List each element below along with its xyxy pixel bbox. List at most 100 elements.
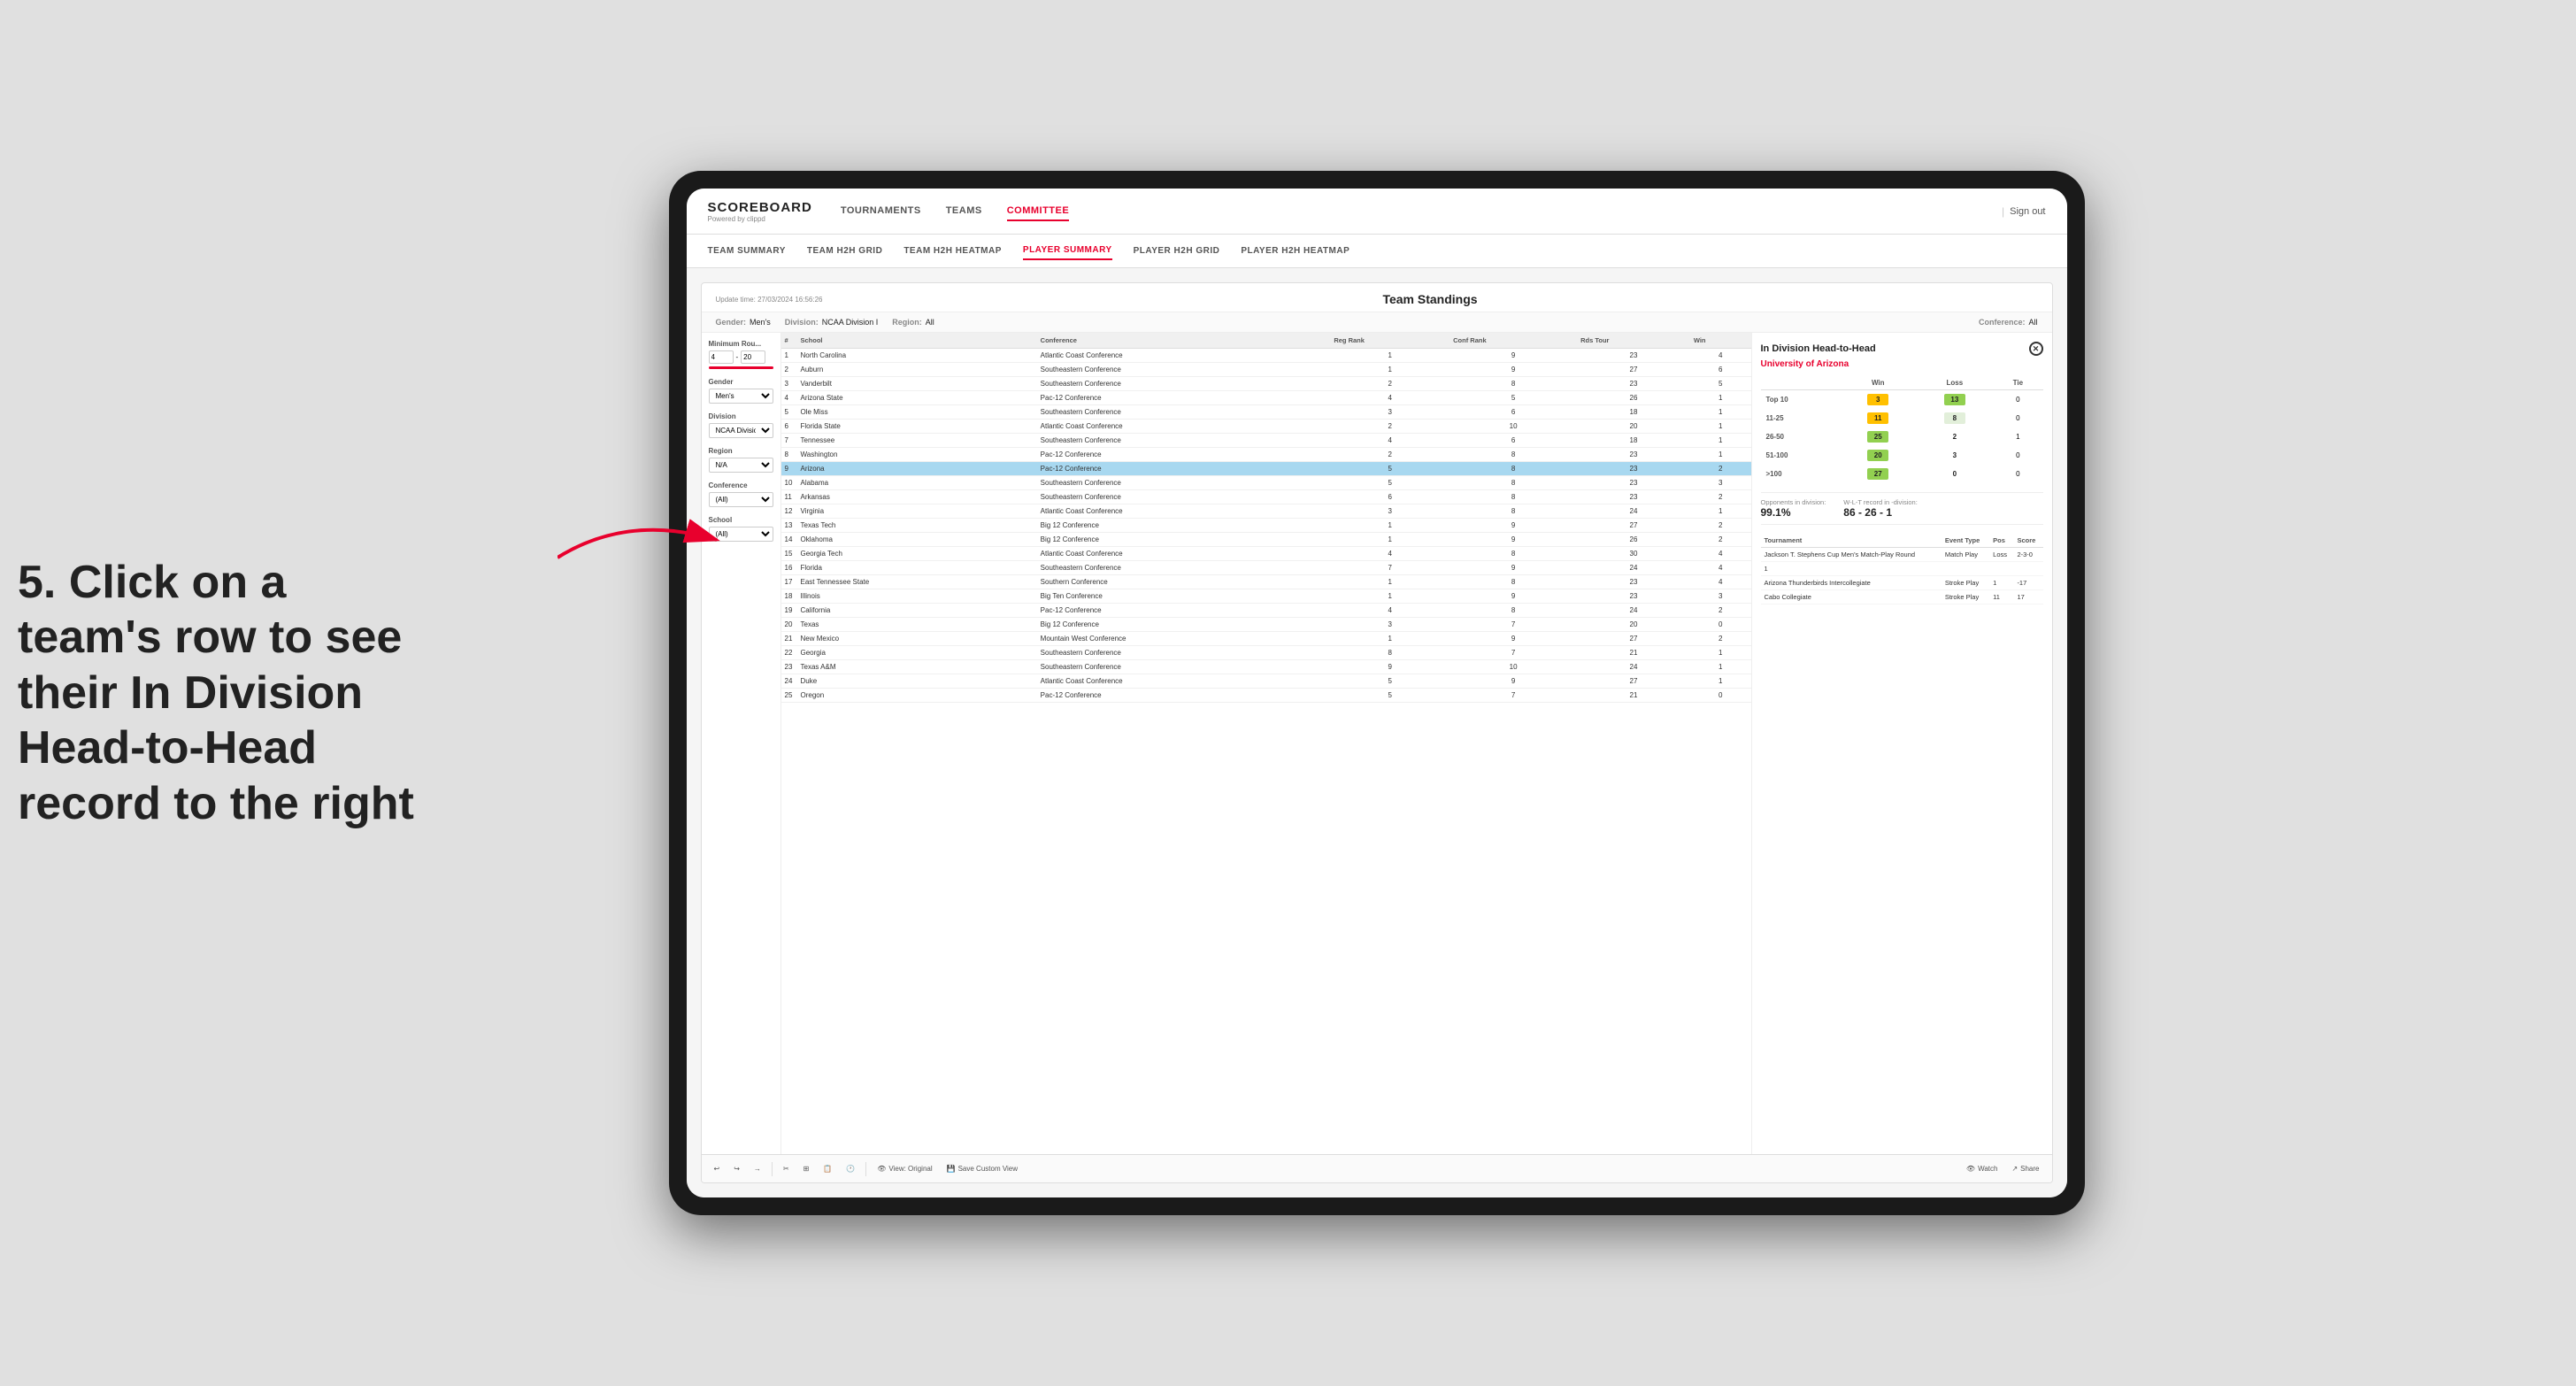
table-row[interactable]: 24 Duke Atlantic Coast Conference 5 9 27… bbox=[781, 674, 1751, 689]
sub-nav-team-h2h-grid[interactable]: TEAM H2H GRID bbox=[807, 243, 882, 259]
scissors-button[interactable]: ✂ bbox=[780, 1163, 793, 1174]
cell-reg-rank: 8 bbox=[1330, 646, 1449, 660]
table-row[interactable]: 17 East Tennessee State Southern Confere… bbox=[781, 575, 1751, 589]
sign-out-link[interactable]: Sign out bbox=[2010, 206, 2045, 217]
share-button[interactable]: ↗ Share bbox=[2008, 1163, 2042, 1174]
sub-nav-player-h2h-heatmap[interactable]: PLAYER H2H HEATMAP bbox=[1241, 243, 1350, 259]
sub-nav-team-h2h-heatmap[interactable]: TEAM H2H HEATMAP bbox=[904, 243, 1002, 259]
cell-win: 4 bbox=[1690, 349, 1751, 363]
table-row[interactable]: 20 Texas Big 12 Conference 3 7 20 0 bbox=[781, 618, 1751, 632]
h2h-win-cell: 11 bbox=[1840, 409, 1917, 427]
cell-win: 1 bbox=[1690, 448, 1751, 462]
nav-committee[interactable]: COMMITTEE bbox=[1007, 202, 1070, 221]
table-row[interactable]: 4 Arizona State Pac-12 Conference 4 5 26… bbox=[781, 391, 1751, 405]
cell-reg-rank: 1 bbox=[1330, 533, 1449, 547]
table-row[interactable]: 8 Washington Pac-12 Conference 2 8 23 1 bbox=[781, 448, 1751, 462]
cell-rds: 23 bbox=[1577, 476, 1690, 490]
region-select[interactable]: N/A bbox=[709, 458, 773, 473]
bottom-toolbar: ↩ ↪ → ✂ ⊞ 📋 🕐 bbox=[702, 1154, 2052, 1182]
table-row[interactable]: 1 North Carolina Atlantic Coast Conferen… bbox=[781, 349, 1751, 363]
cell-win: 1 bbox=[1690, 504, 1751, 519]
h2h-loss-cell: 13 bbox=[1917, 390, 1994, 410]
cell-rds: 23 bbox=[1577, 490, 1690, 504]
cell-rds: 21 bbox=[1577, 646, 1690, 660]
main-content: Update time: 27/03/2024 16:56:26 Team St… bbox=[687, 268, 2067, 1197]
nav-tournaments[interactable]: TOURNAMENTS bbox=[841, 202, 921, 221]
table-row[interactable]: 23 Texas A&M Southeastern Conference 9 1… bbox=[781, 660, 1751, 674]
table-row[interactable]: 12 Virginia Atlantic Coast Conference 3 … bbox=[781, 504, 1751, 519]
sub-nav-player-h2h-grid[interactable]: PLAYER H2H GRID bbox=[1134, 243, 1220, 259]
h2h-tie-cell: 0 bbox=[1993, 446, 2042, 465]
cell-school: Duke bbox=[797, 674, 1037, 689]
outer-wrapper: 5. Click on a team's row to see their In… bbox=[0, 0, 2576, 1386]
cell-conf-rank: 5 bbox=[1449, 391, 1577, 405]
cell-school: North Carolina bbox=[797, 349, 1037, 363]
watch-button[interactable]: 👁 Watch bbox=[1963, 1163, 2002, 1174]
conference-select[interactable]: (All) bbox=[709, 492, 773, 507]
cell-conference: Big 12 Conference bbox=[1037, 533, 1331, 547]
table-row[interactable]: 13 Texas Tech Big 12 Conference 1 9 27 2 bbox=[781, 519, 1751, 533]
school-select[interactable]: (All) bbox=[709, 527, 773, 542]
table-row[interactable]: 5 Ole Miss Southeastern Conference 3 6 1… bbox=[781, 405, 1751, 420]
table-row[interactable]: 9 Arizona Pac-12 Conference 5 8 23 2 bbox=[781, 462, 1751, 476]
table-row[interactable]: 3 Vanderbilt Southeastern Conference 2 8… bbox=[781, 377, 1751, 391]
redo-button[interactable]: ↪ bbox=[730, 1163, 743, 1174]
sub-nav-player-summary[interactable]: PLAYER SUMMARY bbox=[1023, 242, 1112, 260]
cell-conference: Southern Conference bbox=[1037, 575, 1331, 589]
cell-conf-rank: 6 bbox=[1449, 405, 1577, 420]
h2h-row: 26-50 25 2 1 bbox=[1761, 427, 2043, 446]
cell-school: Georgia Tech bbox=[797, 547, 1037, 561]
tourn-score: 17 bbox=[2013, 590, 2042, 604]
cell-conf-rank: 9 bbox=[1449, 632, 1577, 646]
table-row[interactable]: 15 Georgia Tech Atlantic Coast Conferenc… bbox=[781, 547, 1751, 561]
watch-icon: 👁 bbox=[1966, 1165, 1975, 1173]
copy-button[interactable]: ⊞ bbox=[800, 1163, 813, 1174]
h2h-school: University of Arizona bbox=[1761, 359, 2043, 369]
sub-nav-team-summary[interactable]: TEAM SUMMARY bbox=[708, 243, 786, 259]
table-row[interactable]: 14 Oklahoma Big 12 Conference 1 9 26 2 bbox=[781, 533, 1751, 547]
nav-teams[interactable]: TEAMS bbox=[946, 202, 982, 221]
cell-school: Vanderbilt bbox=[797, 377, 1037, 391]
paste-button[interactable]: 📋 bbox=[819, 1163, 835, 1174]
table-row[interactable]: 10 Alabama Southeastern Conference 5 8 2… bbox=[781, 476, 1751, 490]
tourn-score bbox=[2013, 562, 2042, 576]
cell-conference: Pac-12 Conference bbox=[1037, 462, 1331, 476]
cell-num: 19 bbox=[781, 604, 797, 618]
cell-num: 11 bbox=[781, 490, 797, 504]
min-rounds-input[interactable] bbox=[709, 350, 734, 364]
table-row[interactable]: 2 Auburn Southeastern Conference 1 9 27 … bbox=[781, 363, 1751, 377]
table-row[interactable]: 6 Florida State Atlantic Coast Conferenc… bbox=[781, 420, 1751, 434]
cell-school: New Mexico bbox=[797, 632, 1037, 646]
view-original-button[interactable]: 👁 View: Original bbox=[873, 1163, 935, 1174]
table-row[interactable]: 11 Arkansas Southeastern Conference 6 8 … bbox=[781, 490, 1751, 504]
table-row[interactable]: 22 Georgia Southeastern Conference 8 7 2… bbox=[781, 646, 1751, 660]
cell-conf-rank: 8 bbox=[1449, 547, 1577, 561]
h2h-close-button[interactable]: ✕ bbox=[2029, 342, 2043, 356]
division-select[interactable]: NCAA Division I bbox=[709, 423, 773, 438]
cell-conf-rank: 8 bbox=[1449, 377, 1577, 391]
h2h-win-cell: 3 bbox=[1840, 390, 1917, 410]
cell-conf-rank: 8 bbox=[1449, 575, 1577, 589]
max-rounds-input[interactable] bbox=[741, 350, 765, 364]
cell-school: Illinois bbox=[797, 589, 1037, 604]
cell-reg-rank: 7 bbox=[1330, 561, 1449, 575]
table-row[interactable]: 16 Florida Southeastern Conference 7 9 2… bbox=[781, 561, 1751, 575]
table-row[interactable]: 21 New Mexico Mountain West Conference 1… bbox=[781, 632, 1751, 646]
table-row[interactable]: 25 Oregon Pac-12 Conference 5 7 21 0 bbox=[781, 689, 1751, 703]
undo-button[interactable]: ↩ bbox=[711, 1163, 724, 1174]
cell-conf-rank: 9 bbox=[1449, 363, 1577, 377]
forward-button[interactable]: → bbox=[750, 1163, 765, 1174]
cell-win: 1 bbox=[1690, 405, 1751, 420]
save-custom-button[interactable]: 💾 Save Custom View bbox=[943, 1163, 1021, 1174]
gender-select[interactable]: Men's bbox=[709, 389, 773, 404]
clock-button[interactable]: 🕐 bbox=[842, 1163, 858, 1174]
cell-school: Texas A&M bbox=[797, 660, 1037, 674]
cell-conference: Southeastern Conference bbox=[1037, 476, 1331, 490]
table-row[interactable]: 19 California Pac-12 Conference 4 8 24 2 bbox=[781, 604, 1751, 618]
table-row[interactable]: 18 Illinois Big Ten Conference 1 9 23 3 bbox=[781, 589, 1751, 604]
table-row[interactable]: 7 Tennessee Southeastern Conference 4 6 … bbox=[781, 434, 1751, 448]
tourn-type bbox=[1942, 562, 1989, 576]
cell-num: 15 bbox=[781, 547, 797, 561]
tournament-row: Cabo Collegiate Stroke Play 11 17 bbox=[1761, 590, 2043, 604]
share-icon: ↗ bbox=[2011, 1165, 2018, 1173]
